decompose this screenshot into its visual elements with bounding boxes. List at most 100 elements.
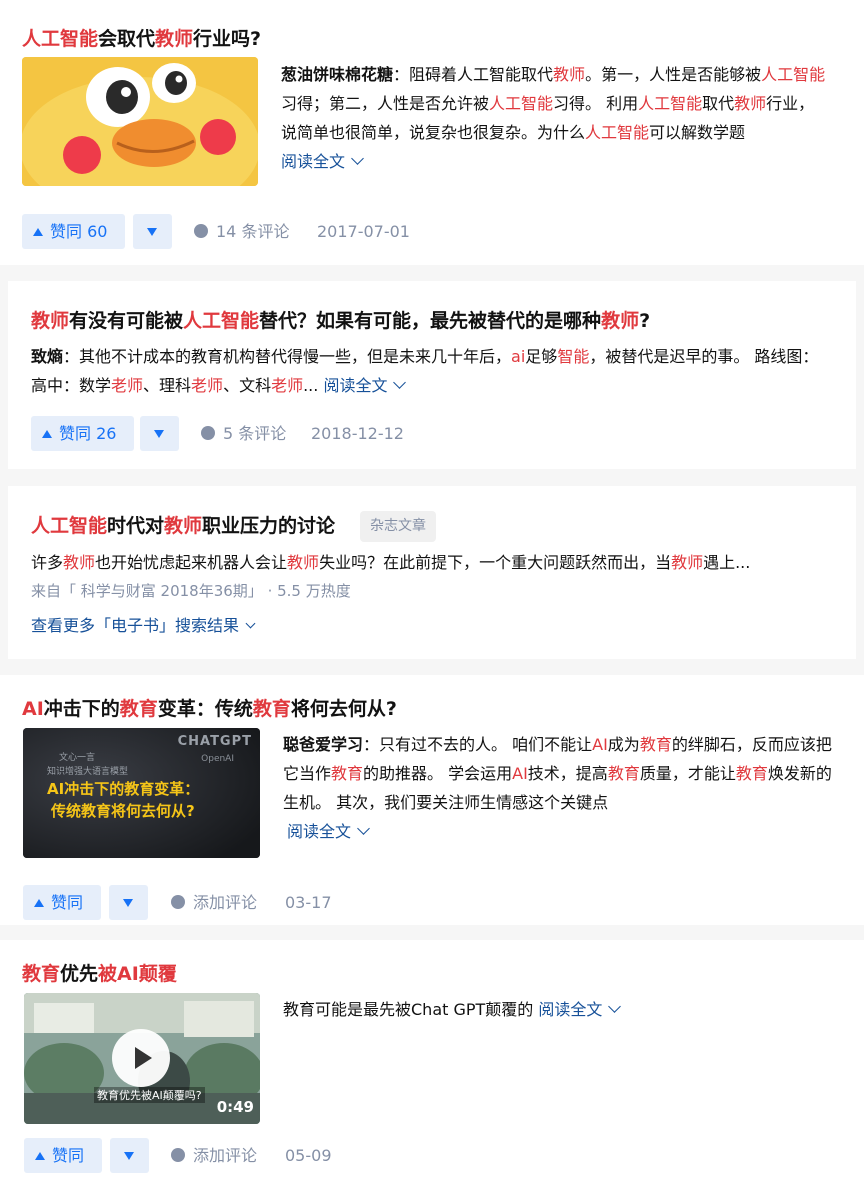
thumb-brand-sub: OpenAI — [201, 754, 234, 764]
highlight-keyword: 老师 — [271, 376, 304, 395]
read-more-link[interactable]: 阅读全文 — [323, 376, 407, 395]
upvote-button[interactable]: 赞同 — [24, 1138, 102, 1173]
text-segment: 遇上... — [703, 553, 751, 572]
text-segment: 、文科 — [223, 376, 272, 395]
text-segment: ? — [639, 310, 651, 332]
text-segment: 阻碍着人工智能取代 — [409, 65, 554, 84]
result-card-1: 人工智能会取代教师行业吗? 葱油饼味棉花糖：阻碍着人工智能取代教师。第一，人性是… — [0, 0, 864, 265]
comments-link[interactable]: 14 条评论 — [194, 214, 289, 249]
result-title[interactable]: 教师有没有可能被人工智能替代？如果有可能，最先被替代的是哪种教师? — [31, 309, 650, 333]
excerpt-text: 其他不计成本的教育机构替代得慢一些，但是未来几十年后，ai足够智能，被替代是迟早… — [31, 347, 818, 395]
highlight-keyword: AI — [117, 963, 139, 985]
add-comment-link[interactable]: 添加评论 — [171, 1138, 257, 1173]
highlight-keyword: 教育 — [607, 764, 640, 783]
read-more-link[interactable]: 阅读全文 — [538, 1000, 622, 1019]
highlight-keyword: 人工智能 — [489, 94, 554, 113]
result-card-4: AI冲击下的教育变革：传统教育将何去何从? CHATGPT OpenAI 文心一… — [0, 675, 864, 925]
text-segment: 替代？如果有可能，最先被替代的是哪种 — [259, 310, 602, 332]
result-title[interactable]: 教育优先被AI颠覆 — [22, 962, 177, 986]
upvote-triangle-icon — [42, 430, 52, 438]
text-segment: 习得。 利用 — [553, 94, 639, 113]
highlight-keyword: 智能 — [557, 347, 590, 366]
result-excerpt[interactable]: 致熵：其他不计成本的教育机构替代得慢一些，但是未来几十年后，ai足够智能，被替代… — [31, 342, 831, 400]
upvote-button[interactable]: 赞同 26 — [31, 416, 134, 451]
highlight-keyword: 教师 — [734, 94, 767, 113]
highlight-keyword: 人工智能 — [31, 515, 108, 537]
more-ebook-results-link[interactable]: 查看更多「电子书」搜索结果 — [31, 612, 256, 636]
text-segment: 行业吗? — [193, 28, 262, 50]
text-segment: 。第一，人性是否能够被 — [585, 65, 762, 84]
highlight-keyword: 教育 — [331, 764, 364, 783]
thumb-line-3: 传统教育将何去何从? — [51, 802, 195, 820]
downvote-triangle-icon — [123, 899, 133, 907]
text-segment: 取代 — [702, 94, 735, 113]
text-segment: 质量，才能让 — [639, 764, 736, 783]
read-more-link[interactable]: 阅读全文 — [287, 822, 370, 841]
highlight-keyword: AI — [22, 698, 44, 720]
highlight-keyword: 教师 — [31, 310, 70, 332]
highlight-keyword: 教育 — [22, 963, 61, 985]
downvote-button[interactable] — [110, 1138, 149, 1173]
text-segment: 优先 — [60, 963, 99, 985]
comment-icon — [194, 224, 208, 238]
source-info: 来自「 科学与财富 2018年36期」 · 5.5 万热度 — [31, 582, 351, 600]
text-segment: 技术，提高 — [527, 764, 608, 783]
highlight-keyword: 教师 — [671, 553, 704, 572]
downvote-button[interactable] — [133, 214, 172, 249]
duck-illustration — [22, 57, 258, 186]
comment-icon — [201, 426, 215, 440]
author-name[interactable]: 葱油饼味棉花糖 — [281, 65, 393, 84]
highlight-keyword: 教育 — [119, 698, 158, 720]
highlight-keyword: 老师 — [191, 376, 224, 395]
highlight-keyword: 人工智能 — [638, 94, 703, 113]
result-excerpt[interactable]: 聪爸爱学习：只有过不去的人。 咱们不能让AI成为教育的绊脚石，反而应该把它当作教… — [283, 730, 833, 846]
thumbnail-chatgpt-image[interactable]: CHATGPT OpenAI 文心一言 知识增强大语言模型 AI冲击下的教育变革… — [23, 728, 260, 858]
text-segment: 其他不计成本的教育机构替代得慢一些，但是未来几十年后， — [79, 347, 512, 366]
text-segment: 只有过不去的人。 咱们不能让 — [379, 735, 593, 754]
publish-date: 2018-12-12 — [311, 424, 404, 443]
highlight-keyword: 教师 — [63, 553, 96, 572]
upvote-triangle-icon — [35, 1152, 45, 1160]
video-thumbnail[interactable]: 教育优先被AI颠覆吗? 0:49 — [24, 993, 260, 1124]
text-segment: 可以解数学题 — [649, 123, 746, 142]
highlight-keyword: ai — [511, 347, 526, 366]
downvote-button[interactable] — [109, 885, 148, 920]
result-title[interactable]: 人工智能会取代教师行业吗? — [22, 27, 261, 51]
downvote-triangle-icon — [124, 1152, 134, 1160]
publish-date: 2017-07-01 — [317, 222, 410, 241]
chevron-down-icon — [351, 152, 364, 165]
upvote-button[interactable]: 赞同 — [23, 885, 101, 920]
thumbnail-duck-image[interactable] — [22, 57, 258, 186]
text-segment: 会取代 — [98, 28, 156, 50]
result-title[interactable]: AI冲击下的教育变革：传统教育将何去何从? — [22, 697, 397, 721]
thumb-line-0: 文心一言 — [59, 753, 96, 763]
upvote-button[interactable]: 赞同 60 — [22, 214, 125, 249]
author-name[interactable]: 聪爸爱学习 — [283, 735, 363, 754]
add-comment-link[interactable]: 添加评论 — [171, 885, 257, 920]
text-segment: 时代对 — [107, 515, 165, 537]
result-card-5: 教育优先被AI颠覆 教育优先被AI颠覆吗? 0:49 教育可能是最先被Chat … — [0, 940, 864, 1191]
chevron-down-icon — [393, 376, 407, 389]
result-excerpt[interactable]: 许多教师也开始忧虑起来机器人会让教师失业吗？在此前提下，一个重大问题跃然而出，当… — [31, 548, 831, 577]
author-name[interactable]: 致熵 — [31, 347, 63, 366]
thumb-line-1: 知识增强大语言模型 — [47, 767, 129, 777]
highlight-keyword: 人工智能 — [183, 310, 260, 332]
read-more-link[interactable]: 阅读全文 — [281, 152, 364, 171]
play-button[interactable] — [112, 1029, 170, 1087]
downvote-button[interactable] — [140, 416, 179, 451]
highlight-keyword: 老师 — [111, 376, 144, 395]
result-title[interactable]: 人工智能时代对教师职业压力的讨论 — [31, 514, 335, 538]
result-excerpt[interactable]: 教育可能是最先被Chat GPT颠覆的 阅读全文 — [283, 995, 833, 1024]
highlight-keyword: AI — [512, 764, 528, 783]
comments-link[interactable]: 5 条评论 — [201, 416, 286, 451]
video-duration: 0:49 — [216, 1098, 254, 1116]
result-card-3: 人工智能时代对教师职业压力的讨论 杂志文章 许多教师也开始忧虑起来机器人会让教师… — [8, 486, 856, 659]
highlight-keyword: 教育 — [252, 698, 291, 720]
upvote-triangle-icon — [33, 228, 43, 236]
highlight-keyword: 人工智能 — [761, 65, 826, 84]
highlight-keyword: 被 — [98, 963, 118, 985]
highlight-keyword: 教育 — [639, 735, 672, 754]
text-segment: 的助推器。 学会运用 — [363, 764, 513, 783]
result-excerpt[interactable]: 葱油饼味棉花糖：阻碍着人工智能取代教师。第一，人性是否能够被人工智能习得；第二，… — [281, 60, 829, 176]
text-segment: 许多 — [31, 553, 64, 572]
